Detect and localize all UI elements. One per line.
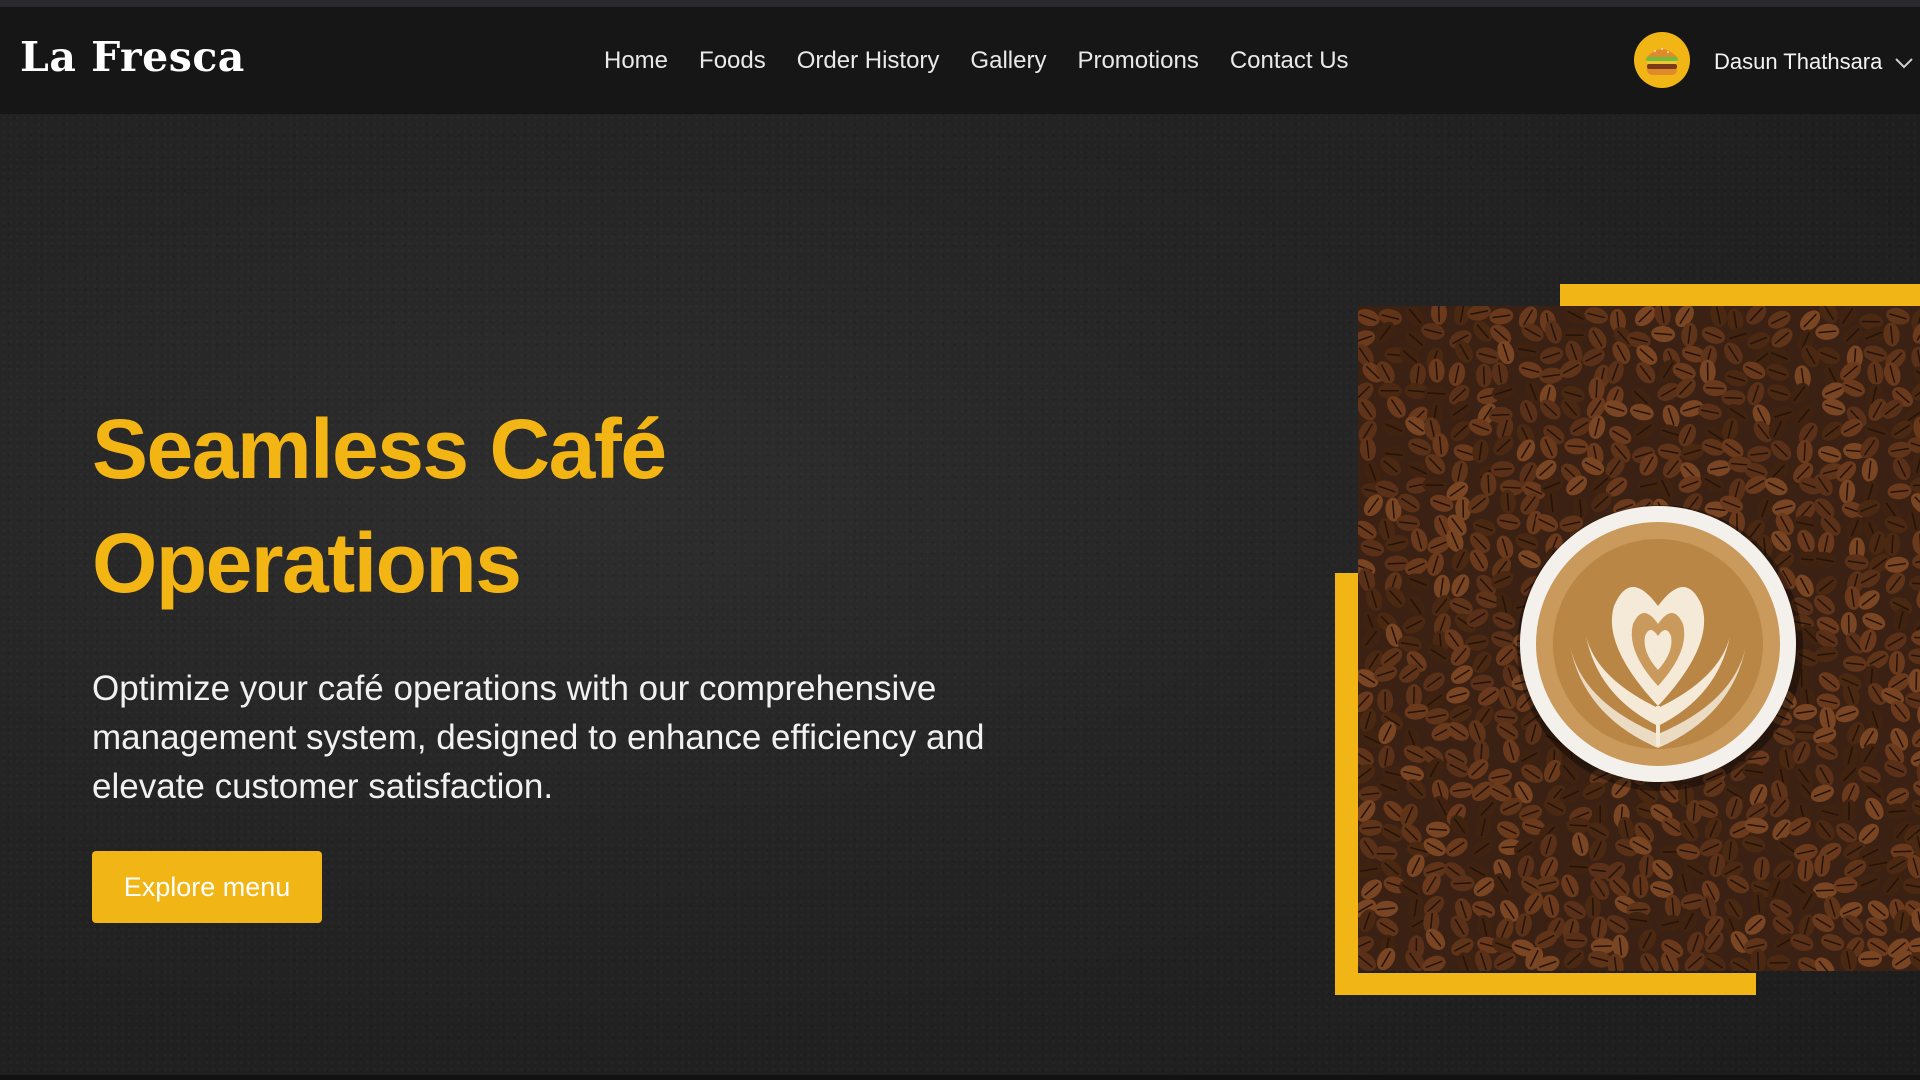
nav-link-order-history[interactable]: Order History (797, 47, 940, 75)
nav-link-promotions[interactable]: Promotions (1077, 47, 1198, 75)
hero-section: Seamless Café Operations Optimize your c… (0, 114, 1920, 1075)
nav-link-foods[interactable]: Foods (699, 47, 766, 75)
explore-menu-button[interactable]: Explore menu (92, 851, 322, 923)
hero-headline: Seamless Café Operations (92, 392, 892, 620)
hero-headline-line2: Operations (92, 516, 522, 610)
image-frame-top-accent (1560, 284, 1920, 306)
main-navigation: Home Foods Order History Gallery Promoti… (604, 47, 1349, 75)
coffee-latte-on-beans-image (1358, 306, 1920, 971)
nav-link-contact-us[interactable]: Contact Us (1230, 47, 1349, 75)
image-frame-left-accent (1335, 573, 1358, 994)
chevron-down-icon[interactable] (1893, 52, 1915, 74)
navbar: La Fresca Home Foods Order History Galle… (0, 7, 1920, 114)
brand-logo[interactable]: La Fresca (20, 33, 245, 81)
window-bottom-strip (0, 1075, 1920, 1080)
user-name[interactable]: Dasun Thathsara (1714, 49, 1882, 75)
hero-description: Optimize your café operations with our c… (92, 669, 985, 806)
hero-headline-line1: Seamless Café (92, 402, 667, 496)
nav-link-gallery[interactable]: Gallery (970, 47, 1046, 75)
nav-link-home[interactable]: Home (604, 47, 668, 75)
burger-icon (1646, 48, 1678, 75)
window-top-strip (0, 0, 1920, 7)
user-avatar[interactable] (1634, 32, 1690, 88)
image-frame-bottom-accent (1335, 973, 1756, 995)
